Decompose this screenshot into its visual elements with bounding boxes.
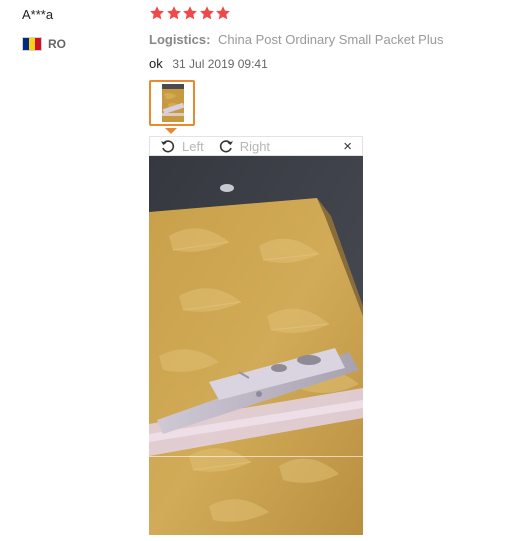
photo-thumbnail[interactable] xyxy=(149,80,195,134)
star-icon xyxy=(166,5,182,21)
star-icon xyxy=(149,5,165,21)
review-photo-thumbnails xyxy=(149,80,195,134)
rotate-right-button[interactable]: Right xyxy=(218,138,270,154)
logistics-info: Logistics: China Post Ordinary Small Pac… xyxy=(149,31,443,49)
rotate-left-label: Left xyxy=(182,138,204,154)
flag-icon xyxy=(22,37,42,51)
thumbnail-image xyxy=(162,84,184,122)
review-content: Logistics: China Post Ordinary Small Pac… xyxy=(149,3,443,73)
logistics-value: China Post Ordinary Small Packet Plus xyxy=(218,32,444,47)
review-item: A***a RO Logistics: China Post Ordinary … xyxy=(0,0,510,541)
country-code: RO xyxy=(48,37,66,51)
star-icon xyxy=(182,5,198,21)
rotate-left-icon xyxy=(161,140,175,153)
reviewer-country: RO xyxy=(22,37,132,51)
rotate-left-button[interactable]: Left xyxy=(160,138,204,154)
logistics-label: Logistics: xyxy=(149,32,211,47)
star-icon xyxy=(215,5,231,21)
photo-viewer-toolbar: Left Right × xyxy=(149,136,363,156)
feedback-line: ok 31 Jul 2019 09:41 xyxy=(149,55,443,73)
review-photo xyxy=(149,156,363,535)
reviewer-name: A***a xyxy=(22,7,54,22)
star-icon xyxy=(199,5,215,21)
thumbnail-selected-caret xyxy=(165,128,177,134)
rotate-right-label: Right xyxy=(239,138,271,154)
feedback-date: 31 Jul 2019 09:41 xyxy=(172,57,268,71)
reviewer-info: A***a RO xyxy=(22,6,132,51)
photo-viewer: Left Right × xyxy=(149,136,363,536)
star-rating xyxy=(149,3,443,23)
rotate-right-icon xyxy=(219,140,233,153)
close-icon[interactable]: × xyxy=(343,138,352,155)
feedback-text: ok xyxy=(149,56,163,71)
